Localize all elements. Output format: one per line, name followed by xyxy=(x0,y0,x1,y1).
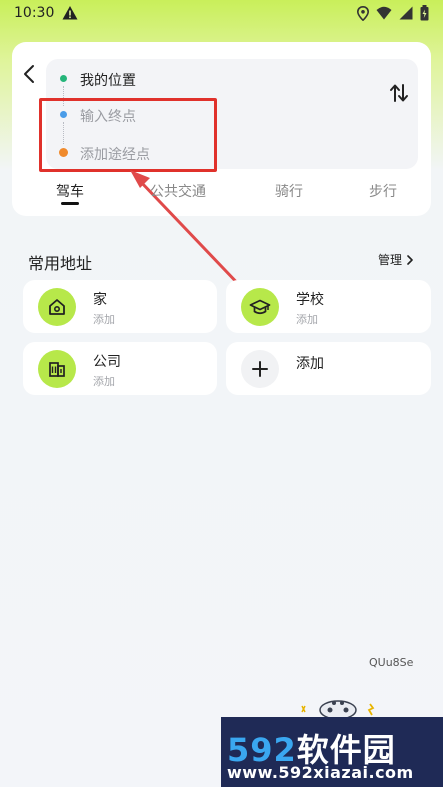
chevron-right-icon xyxy=(407,254,413,265)
manage-label: 管理 xyxy=(378,253,403,267)
location-icon xyxy=(357,5,369,21)
address-card-add[interactable]: 添加 xyxy=(226,342,431,395)
site-logo-banner: 592软件园 www.592xiazai.com xyxy=(221,717,443,787)
back-arrow-icon[interactable] xyxy=(20,62,38,86)
section-title: 常用地址 xyxy=(28,254,93,273)
wifi-icon xyxy=(376,6,392,20)
highlight-box xyxy=(39,98,217,172)
address-name: 学校 xyxy=(296,292,324,308)
battery-icon xyxy=(420,5,429,21)
tab-cycling[interactable]: 骑行 xyxy=(275,181,303,201)
address-name: 添加 xyxy=(296,356,324,372)
tab-transit[interactable]: 公共交通 xyxy=(150,181,206,201)
origin-dot xyxy=(60,75,67,82)
warning-icon xyxy=(62,6,78,20)
status-bar: 10:30 xyxy=(0,0,443,28)
swap-icon[interactable] xyxy=(388,82,410,104)
tab-walking[interactable]: 步行 xyxy=(369,181,397,201)
address-card-home[interactable]: 家 添加 xyxy=(23,280,217,333)
address-name: 公司 xyxy=(93,354,121,370)
active-tab-indicator xyxy=(61,202,79,205)
address-name: 家 xyxy=(93,292,107,308)
status-icons xyxy=(357,5,429,21)
address-sub: 添加 xyxy=(93,313,115,326)
address-sub: 添加 xyxy=(296,313,318,326)
manage-button[interactable]: 管理 xyxy=(378,251,414,268)
plus-icon xyxy=(241,350,279,388)
origin-field[interactable]: 我的位置 xyxy=(80,70,136,90)
address-sub: 添加 xyxy=(93,375,115,388)
site-url: www.592xiazai.com xyxy=(227,763,414,782)
office-building-icon xyxy=(38,350,76,388)
address-card-school[interactable]: 学校 添加 xyxy=(226,280,431,333)
home-icon xyxy=(38,288,76,326)
address-card-company[interactable]: 公司 添加 xyxy=(23,342,217,395)
graduation-cap-icon xyxy=(241,288,279,326)
watermark-code: QUu8Se xyxy=(369,656,414,669)
signal-icon xyxy=(399,6,413,20)
status-time: 10:30 xyxy=(14,5,55,21)
tab-drive[interactable]: 驾车 xyxy=(56,181,84,201)
